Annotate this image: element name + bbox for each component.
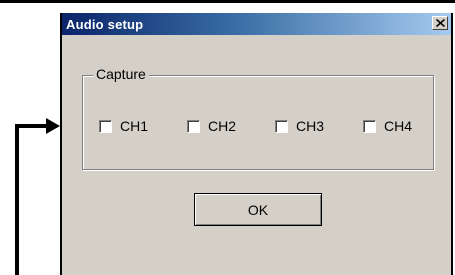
- ch3-checkbox[interactable]: [275, 119, 288, 133]
- capture-groupbox: Capture CH1 CH2 CH3 CH4: [82, 66, 434, 170]
- channel-checkbox-row: CH1 CH2 CH3 CH4: [99, 118, 451, 134]
- ch1-label[interactable]: CH1: [120, 118, 148, 134]
- title-bar[interactable]: Audio setup: [62, 13, 451, 35]
- dialog-title: Audio setup: [66, 17, 144, 32]
- ch4-label[interactable]: CH4: [384, 118, 412, 134]
- ch4-checkbox[interactable]: [363, 119, 376, 133]
- callout-arrow-icon: [46, 118, 60, 134]
- top-border-line: [0, 0, 455, 3]
- close-button[interactable]: [432, 16, 448, 30]
- ch2-checkbox[interactable]: [187, 119, 200, 133]
- ch1-checkbox[interactable]: [99, 119, 112, 133]
- close-icon: [436, 19, 445, 27]
- channel-ch3[interactable]: CH3: [275, 118, 363, 134]
- ch3-label[interactable]: CH3: [296, 118, 324, 134]
- ok-button[interactable]: OK: [194, 193, 322, 226]
- channel-ch1[interactable]: CH1: [99, 118, 187, 134]
- callout-arrow-connector: [15, 124, 50, 128]
- channel-ch2[interactable]: CH2: [187, 118, 275, 134]
- ch2-label[interactable]: CH2: [208, 118, 236, 134]
- audio-setup-dialog: Audio setup Capture CH1 CH2 CH3 CH4 OK: [60, 13, 453, 275]
- callout-arrow-shaft: [15, 124, 19, 275]
- channel-ch4[interactable]: CH4: [363, 118, 451, 134]
- ok-button-label: OK: [247, 201, 269, 218]
- capture-group-label: Capture: [93, 66, 149, 82]
